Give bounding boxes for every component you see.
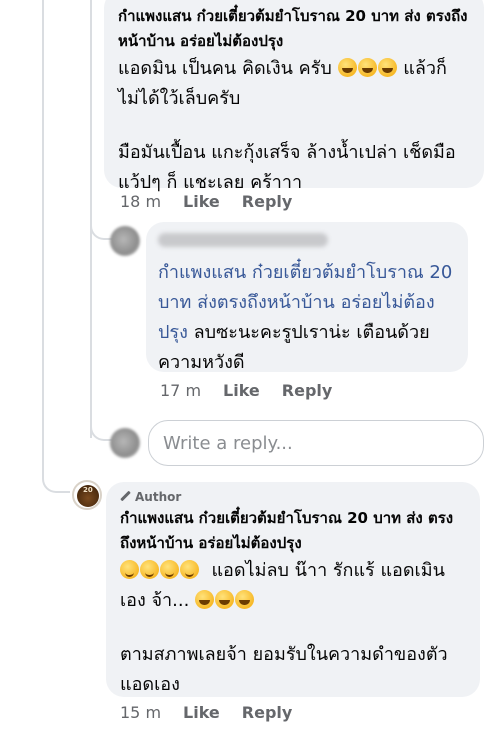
comment-text-line: ความหวังดี	[158, 352, 245, 373]
smile-emoji-icon	[160, 560, 179, 579]
reply-input-placeholder: Write a reply...	[163, 432, 293, 454]
comment-text-line: แอดไม่ลบ น๊าา รักแร้ แอดเมิน	[120, 556, 466, 586]
like-button[interactable]: Like	[223, 381, 260, 400]
comment-text-line: มือมันเปื้อน แกะกุ้งเสร็จ ล้างน้ำเปล่า เ…	[118, 142, 456, 163]
comment-bubble: กำแพงแสน ก๋วยเตี๋ยวต้มยำโบราณ 20 บาท ส่ง…	[104, 0, 484, 193]
thread-connector	[42, 465, 70, 493]
comment-author[interactable]: กำแพงแสน ก๋วยเตี๋ยวต้มยำโบราณ 20 บาท ส่ง…	[120, 506, 466, 556]
comment-thread: กำแพงแสน ก๋วยเตี๋ยวต้มยำโบราณ 20 บาท ส่ง…	[0, 0, 500, 733]
comment-bubble: กำแพงแสน ก๋วยเตี๋ยวต้มยำโบราณ 20 บาท ส่ง…	[146, 222, 468, 373]
avatar[interactable]	[110, 226, 140, 256]
comment-text-line: ปรุง ลบซะนะคะรูปเราน่ะ เตือนด้วย	[158, 322, 430, 343]
pencil-icon	[120, 491, 131, 502]
rofl-emoji-icon	[357, 58, 377, 77]
reply-button[interactable]: Reply	[282, 381, 333, 400]
comment-timestamp[interactable]: 15 m	[120, 703, 161, 722]
comment-actions: 17 m Like Reply	[160, 381, 354, 400]
comment-text-line: เอง จ้า...	[120, 586, 466, 616]
rofl-emoji-icon	[337, 58, 357, 77]
comment-timestamp[interactable]: 18 m	[120, 192, 161, 211]
mention-link[interactable]: กำแพงแสน ก๋วยเตี๋ยวต้มยำโบราณ 20	[158, 258, 454, 288]
comment-text-line: แอดมิน เป็นคน คิดเงิน ครับ แล้วก็	[118, 58, 447, 79]
author-avatar[interactable]: 20	[72, 480, 102, 510]
smile-emoji-icon	[120, 560, 139, 579]
comment-text-line: แอดเอง	[120, 674, 180, 695]
reply-button[interactable]: Reply	[242, 703, 293, 722]
thread-line	[42, 0, 44, 470]
smile-emoji-icon	[140, 560, 159, 579]
like-button[interactable]: Like	[183, 192, 220, 211]
like-button[interactable]: Like	[183, 703, 220, 722]
smile-emoji-icon	[180, 560, 199, 579]
comment-text-line: ไม่ได้ใว้เล็บครับ	[118, 88, 241, 109]
avatar	[110, 428, 140, 458]
author-badge: Author	[120, 488, 466, 506]
reply-button[interactable]: Reply	[242, 192, 293, 211]
mention-link[interactable]: บาท ส่งตรงถึงหน้าบ้าน อร่อยไม่ต้อง	[158, 288, 454, 318]
comment-text-line: ตามสภาพเลยจ้า ยอมรับในความดำของตัว	[120, 644, 448, 665]
comment-author-redacted	[158, 226, 454, 258]
reply-input[interactable]: Write a reply...	[148, 420, 484, 466]
rofl-emoji-icon	[235, 590, 255, 609]
comment-bubble: Author กำแพงแสน ก๋วยเตี๋ยวต้มยำโบราณ 20 …	[106, 482, 480, 697]
mention-link[interactable]: ปรุง	[158, 322, 188, 343]
comment-author[interactable]: กำแพงแสน ก๋วยเตี๋ยวต้มยำโบราณ 20 บาท ส่ง…	[118, 4, 470, 54]
rofl-emoji-icon	[215, 590, 235, 609]
comment-actions: 15 m Like Reply	[120, 703, 314, 722]
rofl-emoji-icon	[377, 58, 397, 77]
rofl-emoji-icon	[195, 590, 215, 609]
comment-timestamp[interactable]: 17 m	[160, 381, 201, 400]
comment-actions: 18 m Like Reply	[120, 192, 314, 211]
